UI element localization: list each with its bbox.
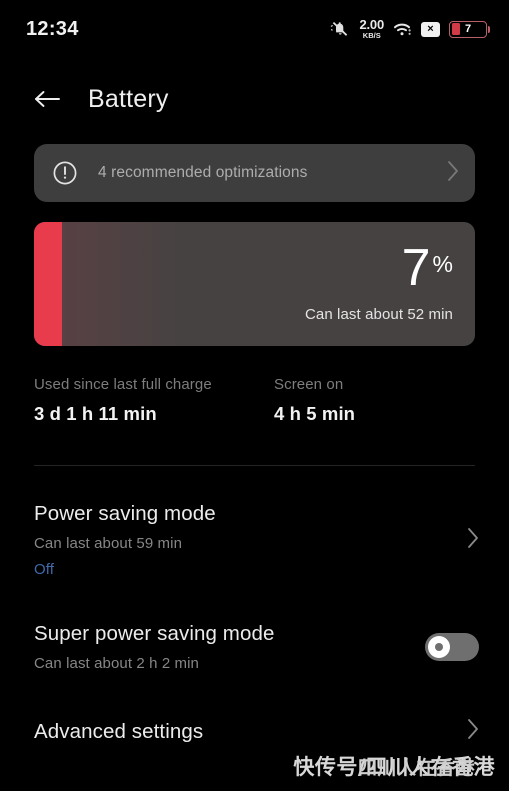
stat-label: Screen on	[274, 376, 344, 393]
row-subtitle: Can last about 2 h 2 min	[34, 655, 199, 672]
status-bar-clock: 12:34	[26, 17, 79, 40]
row-title: Super power saving mode	[34, 622, 275, 645]
stat-label: Used since last full charge	[34, 376, 212, 393]
stat-screen-on: Screen on 4 h 5 min	[274, 376, 355, 425]
row-power-saving-text: Power saving mode Can last about 59 min …	[34, 502, 467, 578]
battery-percent: 7 %	[401, 239, 453, 298]
toggle-knob	[428, 636, 450, 658]
battery-readout: 7 % Can last about 52 min	[305, 222, 453, 346]
row-super-power-saving-mode[interactable]: Super power saving mode Can last about 2…	[34, 622, 479, 672]
battery-settings-screen: 12:34 2.00 KB/S × 7 Battery 4 recommende…	[0, 0, 509, 791]
recommended-optimizations-banner[interactable]: 4 recommended optimizations	[34, 144, 475, 202]
page-header: Battery	[0, 72, 509, 126]
network-speed-indicator: 2.00 KB/S	[359, 18, 384, 40]
chevron-right-icon	[467, 718, 479, 745]
battery-percent-number: 7	[401, 239, 431, 298]
network-speed-value: 2.00	[359, 17, 384, 33]
battery-stats: Used since last full charge 3 d 1 h 11 m…	[34, 376, 475, 425]
x-badge-icon: ×	[421, 21, 440, 37]
watermark: 快传号/四川人在香港 四川人在香港	[293, 751, 495, 781]
watermark-overlay-text: 四川人在香港	[357, 757, 475, 779]
stat-value: 3 d 1 h 11 min	[34, 403, 157, 424]
battery-percent-symbol: %	[432, 251, 453, 278]
row-state-label: Off	[34, 561, 55, 578]
stat-value: 4 h 5 min	[274, 403, 356, 424]
chevron-right-icon	[447, 160, 459, 187]
row-title: Advanced settings	[34, 719, 204, 743]
exclamation-circle-icon	[52, 160, 78, 186]
row-title: Power saving mode	[34, 502, 216, 525]
status-bar: 12:34 2.00 KB/S × 7	[0, 0, 509, 58]
bell-muted-icon	[330, 20, 350, 38]
row-advanced-settings-text: Advanced settings	[34, 720, 467, 744]
row-power-saving-mode[interactable]: Power saving mode Can last about 59 min …	[34, 502, 479, 578]
row-advanced-settings[interactable]: Advanced settings	[34, 718, 479, 745]
stat-used-since-last-full-charge: Used since last full charge 3 d 1 h 11 m…	[34, 376, 274, 425]
status-bar-battery-icon: 7	[449, 20, 490, 38]
row-super-power-saving-text: Super power saving mode Can last about 2…	[34, 622, 425, 672]
status-bar-icons: 2.00 KB/S × 7	[330, 18, 490, 40]
battery-fill-bar	[34, 222, 62, 346]
wifi-icon	[393, 21, 412, 37]
super-power-saving-toggle[interactable]	[425, 633, 479, 661]
back-arrow-icon[interactable]	[30, 82, 64, 116]
battery-icon-level: 7	[464, 22, 472, 35]
battery-estimate-label: Can last about 52 min	[304, 305, 453, 323]
row-subtitle: Can last about 59 min	[34, 535, 183, 552]
page-title: Battery	[88, 84, 169, 113]
recommended-optimizations-label: 4 recommended optimizations	[98, 164, 308, 181]
battery-level-card: 7 % Can last about 52 min	[34, 222, 475, 346]
network-speed-unit: KB/S	[362, 31, 381, 41]
chevron-right-icon	[467, 527, 479, 554]
section-divider	[34, 465, 475, 466]
